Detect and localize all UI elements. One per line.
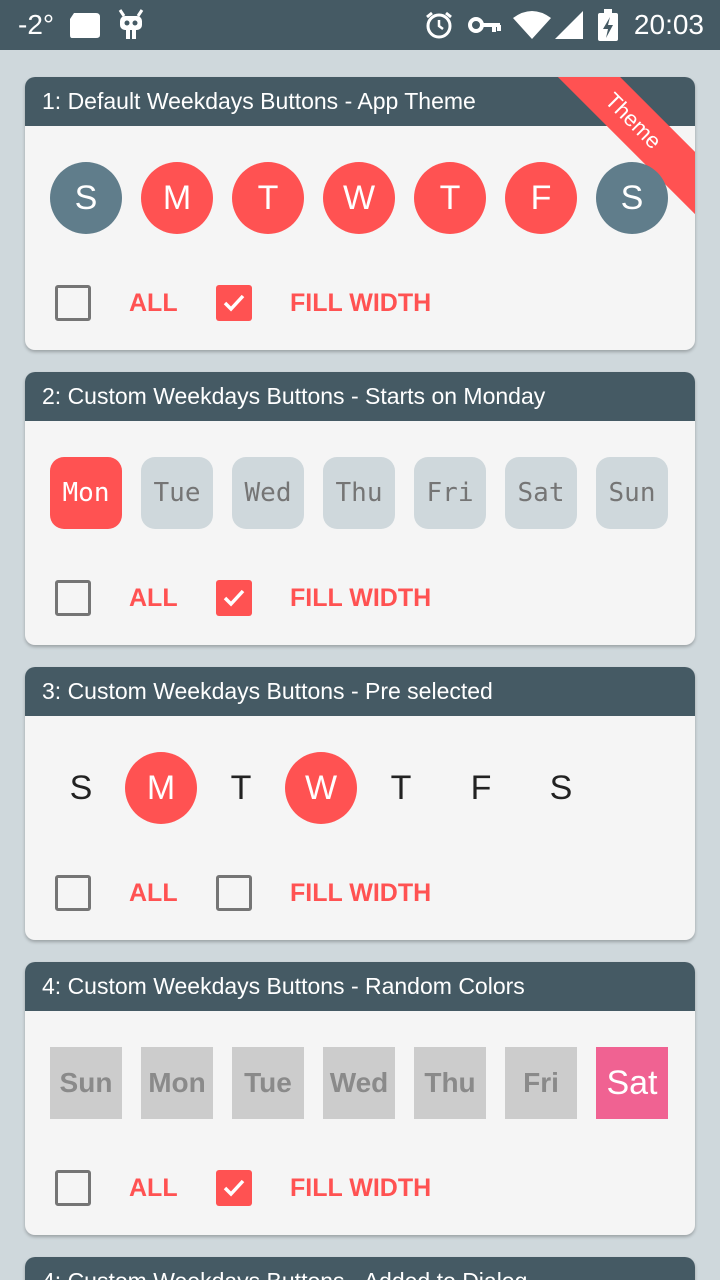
day-button-thu[interactable]: T xyxy=(414,162,486,234)
day-button-thu[interactable]: Thu xyxy=(414,1047,486,1119)
day-button-fri[interactable]: F xyxy=(445,752,517,824)
day-button-fri[interactable]: Fri xyxy=(414,457,486,529)
day-button-tue[interactable]: Tue xyxy=(232,1047,304,1119)
day-button-tue[interactable]: T xyxy=(232,162,304,234)
day-button-fri[interactable]: F xyxy=(505,162,577,234)
day-button-sun[interactable]: Sun xyxy=(50,1047,122,1119)
all-label[interactable]: ALL xyxy=(129,580,178,616)
all-checkbox[interactable] xyxy=(55,1170,91,1206)
fill-width-label[interactable]: FILL WIDTH xyxy=(290,1170,431,1206)
day-button-thu[interactable]: Thu xyxy=(323,457,395,529)
fill-width-checkbox[interactable] xyxy=(216,875,252,911)
day-button-sun[interactable]: S xyxy=(50,162,122,234)
day-button-wed[interactable]: Wed xyxy=(323,1047,395,1119)
day-button-fri[interactable]: Fri xyxy=(505,1047,577,1119)
day-button-tue[interactable]: T xyxy=(205,752,277,824)
fill-width-label[interactable]: FILL WIDTH xyxy=(290,285,431,321)
card-random-colors: 4: Custom Weekdays Buttons - Random Colo… xyxy=(25,962,695,1235)
card-title: 4: Custom Weekdays Buttons - Added to Di… xyxy=(25,1257,695,1280)
day-button-mon[interactable]: Mon xyxy=(141,1047,213,1119)
day-button-thu[interactable]: T xyxy=(365,752,437,824)
fill-width-label[interactable]: FILL WIDTH xyxy=(290,875,431,911)
wifi-icon xyxy=(512,0,552,50)
weekday-buttons: Sun Mon Tue Wed Thu Fri Sat xyxy=(25,1047,695,1119)
vpn-key-icon xyxy=(468,0,502,50)
all-label[interactable]: ALL xyxy=(129,285,178,321)
fill-width-label[interactable]: FILL WIDTH xyxy=(290,580,431,616)
all-label[interactable]: ALL xyxy=(129,875,178,911)
card-dialog: 4: Custom Weekdays Buttons - Added to Di… xyxy=(25,1257,695,1280)
day-button-sun[interactable]: S xyxy=(45,752,117,824)
day-button-mon[interactable]: Mon xyxy=(50,457,122,529)
all-checkbox[interactable] xyxy=(55,285,91,321)
card-pre-selected: 3: Custom Weekdays Buttons - Pre selecte… xyxy=(25,667,695,940)
sd-card-icon xyxy=(68,0,102,50)
day-button-sat[interactable]: Sat xyxy=(596,1047,668,1119)
card-title: 3: Custom Weekdays Buttons - Pre selecte… xyxy=(25,667,695,716)
day-button-mon[interactable]: M xyxy=(141,162,213,234)
day-button-wed[interactable]: W xyxy=(285,752,357,824)
day-button-wed[interactable]: Wed xyxy=(232,457,304,529)
clock: 20:03 xyxy=(633,9,704,40)
day-button-tue[interactable]: Tue xyxy=(141,457,213,529)
temperature-readout: -2° xyxy=(18,9,55,40)
all-label[interactable]: ALL xyxy=(129,1170,178,1206)
day-button-sat[interactable]: S xyxy=(596,162,668,234)
status-bar: -2° 20:03 xyxy=(0,0,720,50)
card-default-weekdays: 1: Default Weekdays Buttons - App Theme … xyxy=(25,77,695,350)
weekday-buttons: S M T W T F S xyxy=(25,162,695,234)
alarm-icon xyxy=(424,0,454,50)
day-button-sat[interactable]: Sat xyxy=(505,457,577,529)
card-title: 2: Custom Weekdays Buttons - Starts on M… xyxy=(25,372,695,421)
day-button-sun[interactable]: Sun xyxy=(596,457,668,529)
day-button-mon[interactable]: M xyxy=(125,752,197,824)
battery-charging-icon xyxy=(596,0,620,50)
weekday-buttons: Mon Tue Wed Thu Fri Sat Sun xyxy=(25,457,695,529)
fill-width-checkbox[interactable] xyxy=(216,1170,252,1206)
fill-width-checkbox[interactable] xyxy=(216,285,252,321)
day-button-sat[interactable]: S xyxy=(525,752,597,824)
all-checkbox[interactable] xyxy=(55,875,91,911)
weekday-buttons: S M T W T F S xyxy=(25,752,695,824)
card-starts-monday: 2: Custom Weekdays Buttons - Starts on M… xyxy=(25,372,695,645)
day-button-wed[interactable]: W xyxy=(323,162,395,234)
android-debug-icon xyxy=(116,0,146,50)
all-checkbox[interactable] xyxy=(55,580,91,616)
signal-icon xyxy=(554,0,584,50)
card-title: 4: Custom Weekdays Buttons - Random Colo… xyxy=(25,962,695,1011)
fill-width-checkbox[interactable] xyxy=(216,580,252,616)
